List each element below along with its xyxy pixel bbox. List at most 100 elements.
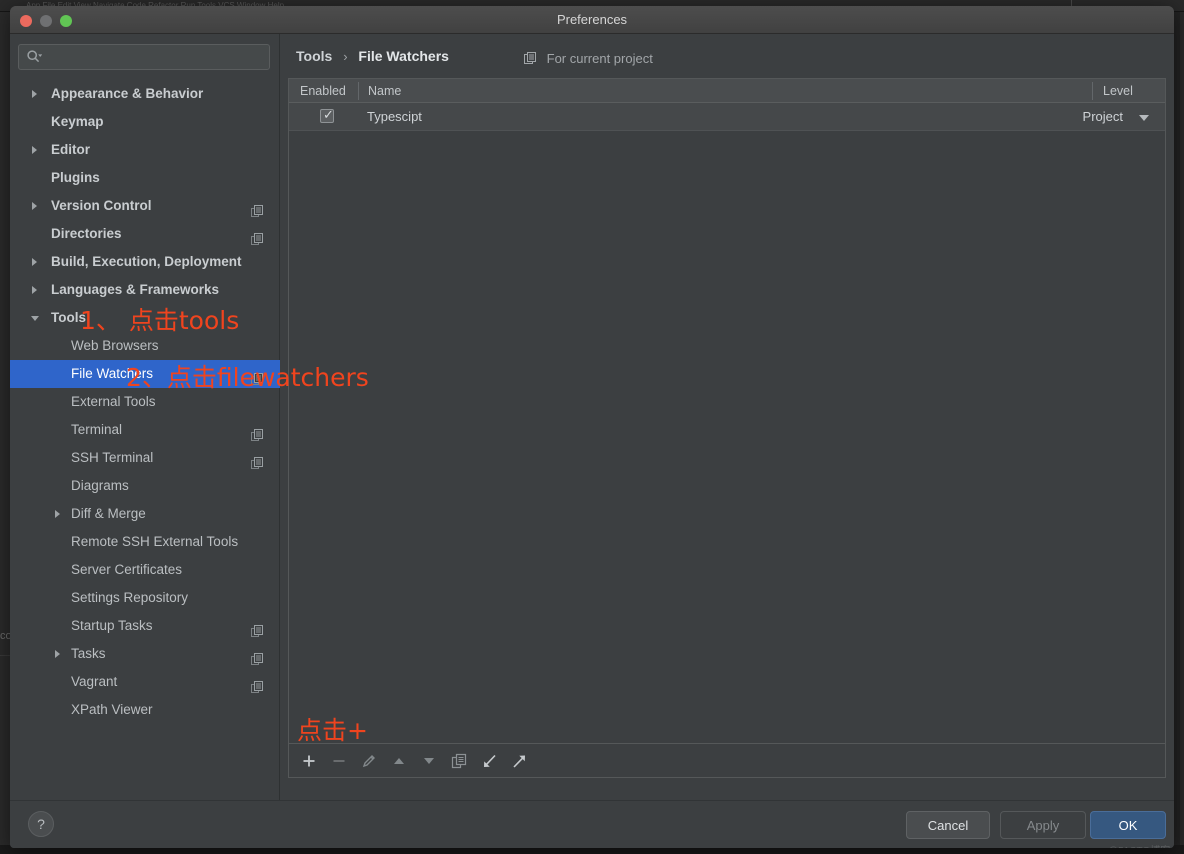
breadcrumb-separator: › [343,49,348,64]
move-up-button[interactable] [387,749,411,773]
edit-button[interactable] [357,749,381,773]
sidebar-item-label: Plugins [51,170,100,185]
table-toolbar [288,744,1166,778]
sidebar-item-label: Tools [51,310,86,325]
dialog-titlebar[interactable]: Preferences [10,6,1174,34]
sidebar-item-label: Startup Tasks [71,618,153,633]
sidebar-item-xpath-viewer[interactable]: XPath Viewer [10,696,280,724]
watcher-name: Typescipt [367,109,422,124]
main-panel: Tools › File Watchers For current projec… [280,34,1174,800]
sidebar-item-server-certificates[interactable]: Server Certificates [10,556,280,584]
help-button[interactable]: ? [28,811,54,837]
sidebar-item-web-browsers[interactable]: Web Browsers [10,332,280,360]
copy-button[interactable] [447,749,471,773]
sidebar-item-file-watchers[interactable]: File Watchers [10,360,280,388]
remove-button[interactable] [327,749,351,773]
export-arrow-icon [512,755,525,768]
apply-button[interactable]: Apply [1000,811,1086,839]
enabled-checkbox[interactable]: ✓ [320,107,334,123]
chevron-right-icon[interactable] [32,258,37,266]
sidebar-item-label: File Watchers [71,366,154,381]
column-header-level[interactable]: Level [1103,79,1133,103]
sidebar-item-vagrant[interactable]: Vagrant [10,668,280,696]
sidebar-item-languages-frameworks[interactable]: Languages & Frameworks [10,276,280,304]
column-header-name[interactable]: Name [368,79,401,103]
sidebar-item-terminal[interactable]: Terminal [10,416,280,444]
plus-icon [303,755,315,767]
export-button[interactable] [507,749,531,773]
sidebar-item-label: Keymap [51,114,104,129]
header-divider-1[interactable] [358,82,359,100]
sidebar-item-label: Diff & Merge [71,506,146,521]
sidebar-item-tools[interactable]: Tools [10,304,280,332]
table-body: ✓ Typescipt Project [289,103,1165,743]
import-button[interactable] [477,749,501,773]
chevron-right-icon[interactable] [32,286,37,294]
chevron-right-icon[interactable] [32,202,37,210]
sidebar-item-build-execution-deployment[interactable]: Build, Execution, Deployment [10,248,280,276]
preferences-dialog: Preferences Appearance & Behavior Keymap E… [10,6,1174,848]
sidebar-item-label: Directories [51,226,122,241]
sidebar-item-diff-merge[interactable]: Diff & Merge [10,500,280,528]
chevron-right-icon[interactable] [32,90,37,98]
sidebar-item-label: Build, Execution, Deployment [51,254,242,269]
checkmark-icon: ✓ [323,107,334,122]
chevron-right-icon[interactable] [55,650,60,658]
sidebar-item-startup-tasks[interactable]: Startup Tasks [10,612,280,640]
sidebar-item-label: Remote SSH External Tools [71,534,239,549]
watermark: @51CTO博客 [1108,842,1170,848]
sidebar-item-remote-ssh-external-tools[interactable]: Remote SSH External Tools [10,528,280,556]
chevron-right-icon[interactable] [32,146,37,154]
sidebar-item-label: XPath Viewer [71,702,153,717]
cancel-button[interactable]: Cancel [906,811,990,839]
scope-label: For current project [546,51,653,66]
sidebar-item-label: Editor [51,142,90,157]
sidebar-item-label: Web Browsers [71,338,159,353]
file-watchers-table: Enabled Name Level ✓ Typescipt Project [288,78,1166,744]
sidebar-item-directories[interactable]: Directories [10,220,280,248]
import-arrow-icon [483,754,496,767]
arrow-up-icon [394,758,404,764]
column-header-enabled[interactable]: Enabled [300,79,346,103]
sidebar-item-label: Appearance & Behavior [51,86,204,101]
breadcrumb-current: File Watchers [358,48,449,64]
sidebar-item-label: Diagrams [71,478,129,493]
sidebar-item-ssh-terminal[interactable]: SSH Terminal [10,444,280,472]
sidebar-item-label: External Tools [71,394,156,409]
chevron-down-icon[interactable] [1139,115,1149,121]
sidebar-item-keymap[interactable]: Keymap [10,108,280,136]
sidebar-item-plugins[interactable]: Plugins [10,164,280,192]
sidebar-item-editor[interactable]: Editor [10,136,280,164]
add-button[interactable] [297,749,321,773]
move-down-button[interactable] [417,749,441,773]
settings-tree: Appearance & Behavior Keymap Editor Plugins… [10,80,280,724]
sidebar-item-label: Terminal [71,422,123,437]
sidebar-item-label: Settings Repository [71,590,189,605]
sidebar-item-settings-repository[interactable]: Settings Repository [10,584,280,612]
dialog-body: Appearance & Behavior Keymap Editor Plugins… [10,34,1174,800]
sidebar-item-label: SSH Terminal [71,450,154,465]
minus-icon [333,760,345,762]
sidebar-item-tasks[interactable]: Tasks [10,640,280,668]
chevron-right-icon[interactable] [55,510,60,518]
sidebar-item-version-control[interactable]: Version Control [10,192,280,220]
search-field[interactable] [18,44,270,70]
dialog-title: Preferences [556,12,628,27]
settings-sidebar: Appearance & Behavior Keymap Editor Plugins… [10,34,280,800]
table-header: Enabled Name Level [289,79,1165,103]
breadcrumb-parent[interactable]: Tools [296,48,332,64]
sidebar-item-appearance-behavior[interactable]: Appearance & Behavior [10,80,280,108]
table-row[interactable]: ✓ Typescipt Project [289,103,1165,131]
watcher-level[interactable]: Project [1083,103,1123,131]
search-input[interactable] [50,44,264,70]
sidebar-item-diagrams[interactable]: Diagrams [10,472,280,500]
header-divider-2[interactable] [1092,82,1093,100]
sidebar-item-external-tools[interactable]: External Tools [10,388,280,416]
sidebar-item-label: Languages & Frameworks [51,282,220,297]
ok-button[interactable]: OK [1090,811,1166,839]
pencil-icon [362,755,375,768]
search-icon [26,49,43,70]
copy-icon [451,753,467,769]
chevron-down-icon[interactable] [31,316,39,321]
sidebar-item-label: Vagrant [71,674,118,689]
